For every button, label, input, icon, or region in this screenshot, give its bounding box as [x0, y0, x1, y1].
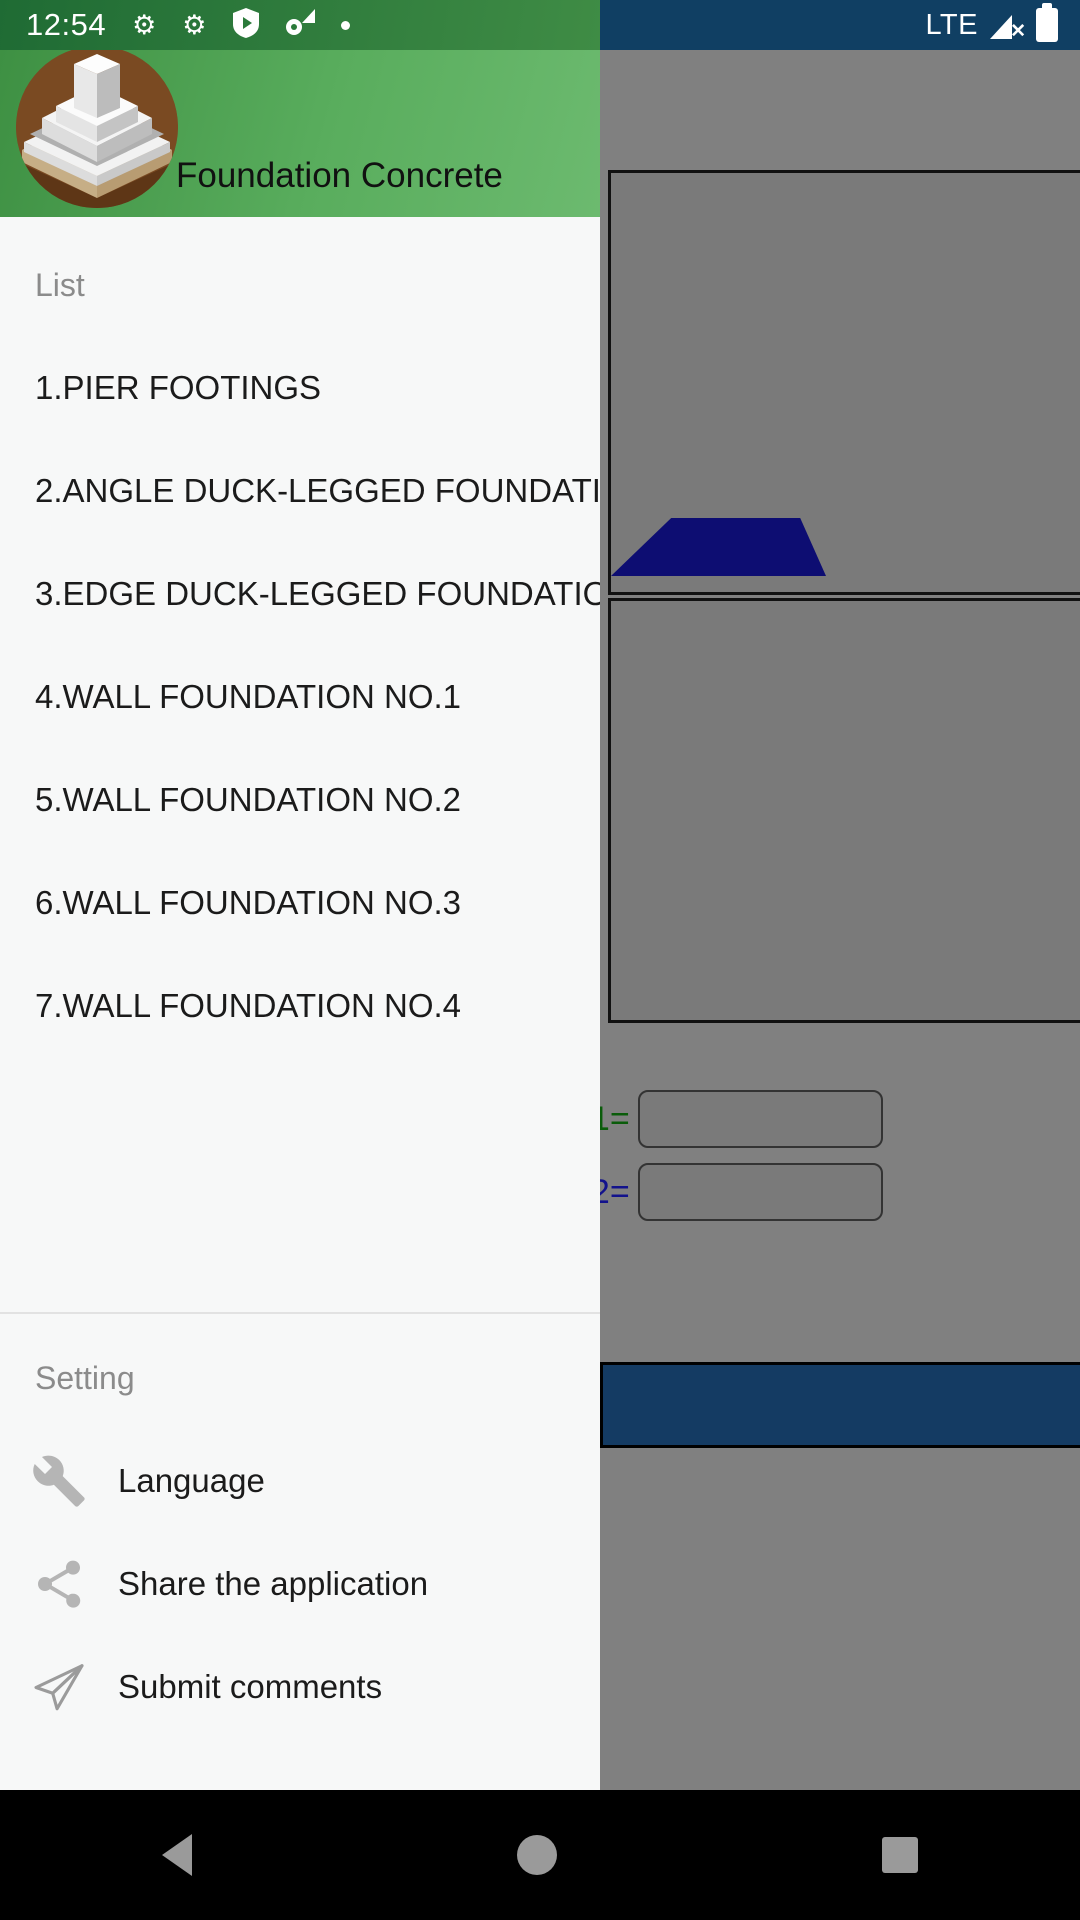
menu-item-label: 2.ANGLE DUCK-LEGGED FOUNDATION — [35, 471, 600, 509]
menu-item-angle-duck-legged-foundation[interactable]: 2.ANGLE DUCK-LEGGED FOUNDATION — [0, 439, 600, 542]
menu-item-edge-duck-legged-foundation[interactable]: 3.EDGE DUCK-LEGGED FOUNDATION — [0, 542, 600, 645]
pier-foundation-logo-icon — [16, 46, 178, 208]
wrench-icon — [0, 1453, 118, 1509]
setting-item-share-application[interactable]: Share the application — [0, 1532, 600, 1635]
menu-item-wall-foundation-no-1[interactable]: 4.WALL FOUNDATION NO.1 — [0, 645, 600, 748]
system-navigation-bar — [0, 1790, 1080, 1920]
setting-item-label: Language — [118, 1461, 265, 1499]
input-row-h2: h2= — [572, 1163, 883, 1221]
concrete-trapezoid-shape — [611, 518, 826, 576]
home-circle-icon[interactable] — [516, 1835, 557, 1875]
app-title: Foundation Concrete — [176, 156, 503, 195]
menu-item-label: 4.WALL FOUNDATION NO.1 — [35, 677, 462, 715]
section-label-list: List — [35, 267, 85, 303]
section-label-setting: Setting — [35, 1360, 135, 1396]
setting-item-language[interactable]: Language — [0, 1429, 600, 1532]
share-icon — [0, 1556, 118, 1612]
gear-icon: ⚙ — [132, 9, 157, 40]
diagram-panel-cross-section — [608, 170, 1080, 595]
menu-item-wall-foundation-no-3[interactable]: 6.WALL FOUNDATION NO.3 — [0, 851, 600, 954]
drawer-body: List 1.PIER FOOTINGS 2.ANGLE DUCK-LEGGED… — [0, 217, 600, 1790]
menu-item-wall-foundation-no-2[interactable]: 5.WALL FOUNDATION NO.2 — [0, 748, 600, 851]
menu-item-label: 1.PIER FOOTINGS — [35, 368, 322, 406]
setting-item-label: Submit comments — [118, 1667, 383, 1705]
menu-item-label: 3.EDGE DUCK-LEGGED FOUNDATION — [35, 574, 600, 612]
drawer-divider — [0, 1312, 600, 1314]
setting-item-submit-comments[interactable]: Submit comments — [0, 1635, 600, 1738]
input-field-h1[interactable] — [637, 1090, 883, 1148]
back-triangle-icon[interactable] — [162, 1834, 193, 1876]
gear-wifi-icon — [285, 8, 315, 42]
menu-item-label: 6.WALL FOUNDATION NO.3 — [35, 883, 462, 921]
gear-icon: ⚙ — [182, 9, 207, 40]
input-field-h2[interactable] — [637, 1163, 883, 1221]
input-row-h1: h1= — [572, 1090, 883, 1148]
paper-plane-icon — [0, 1658, 118, 1716]
diagram-panel-3d — [608, 598, 1080, 1023]
network-type-label: LTE — [925, 8, 978, 41]
screen-root: h1= h2= LTE ✕ Foundation Concrete 12:54 … — [0, 0, 1080, 1920]
navigation-drawer: Foundation Concrete 12:54 ⚙ ⚙ List 1.PIE… — [0, 0, 600, 1790]
menu-item-label: 7.WALL FOUNDATION NO.4 — [35, 986, 462, 1024]
shield-play-icon — [232, 7, 259, 43]
menu-item-label: 5.WALL FOUNDATION NO.2 — [35, 780, 462, 818]
signal-off-icon: ✕ — [990, 9, 1026, 41]
system-status-bar-left: 12:54 ⚙ ⚙ — [0, 0, 600, 50]
recents-square-icon[interactable] — [881, 1837, 918, 1873]
battery-full-icon — [1036, 3, 1058, 42]
menu-item-wall-foundation-no-4[interactable]: 7.WALL FOUNDATION NO.4 — [0, 954, 600, 1057]
clock-label: 12:54 — [26, 7, 107, 42]
calculate-button[interactable] — [600, 1362, 1080, 1448]
setting-item-label: Share the application — [118, 1564, 429, 1602]
dot-icon — [340, 20, 350, 30]
menu-item-pier-footings[interactable]: 1.PIER FOOTINGS — [0, 336, 600, 439]
